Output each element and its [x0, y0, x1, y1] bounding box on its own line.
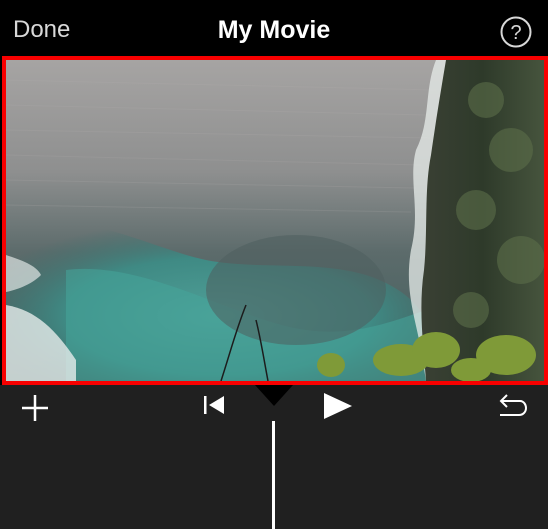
help-label: ? [510, 22, 521, 44]
undo-icon [499, 394, 528, 416]
skip-to-start-icon [204, 396, 224, 414]
play-icon [324, 393, 352, 419]
playhead-marker [255, 385, 293, 406]
help-button[interactable]: ? [500, 16, 532, 48]
playback-control-bar [0, 385, 548, 529]
timeline-playhead[interactable] [272, 421, 275, 529]
top-bar: Done My Movie ? [0, 0, 548, 60]
undo-button[interactable] [496, 391, 528, 426]
add-media-button[interactable] [20, 393, 50, 428]
page-title: My Movie [217, 16, 331, 44]
question-mark-icon: ? [500, 16, 532, 48]
plus-icon [22, 395, 48, 421]
skip-to-start-button[interactable] [202, 394, 226, 421]
coastline-video-frame [6, 60, 544, 381]
video-preview[interactable] [2, 56, 548, 385]
play-button[interactable] [322, 391, 354, 426]
